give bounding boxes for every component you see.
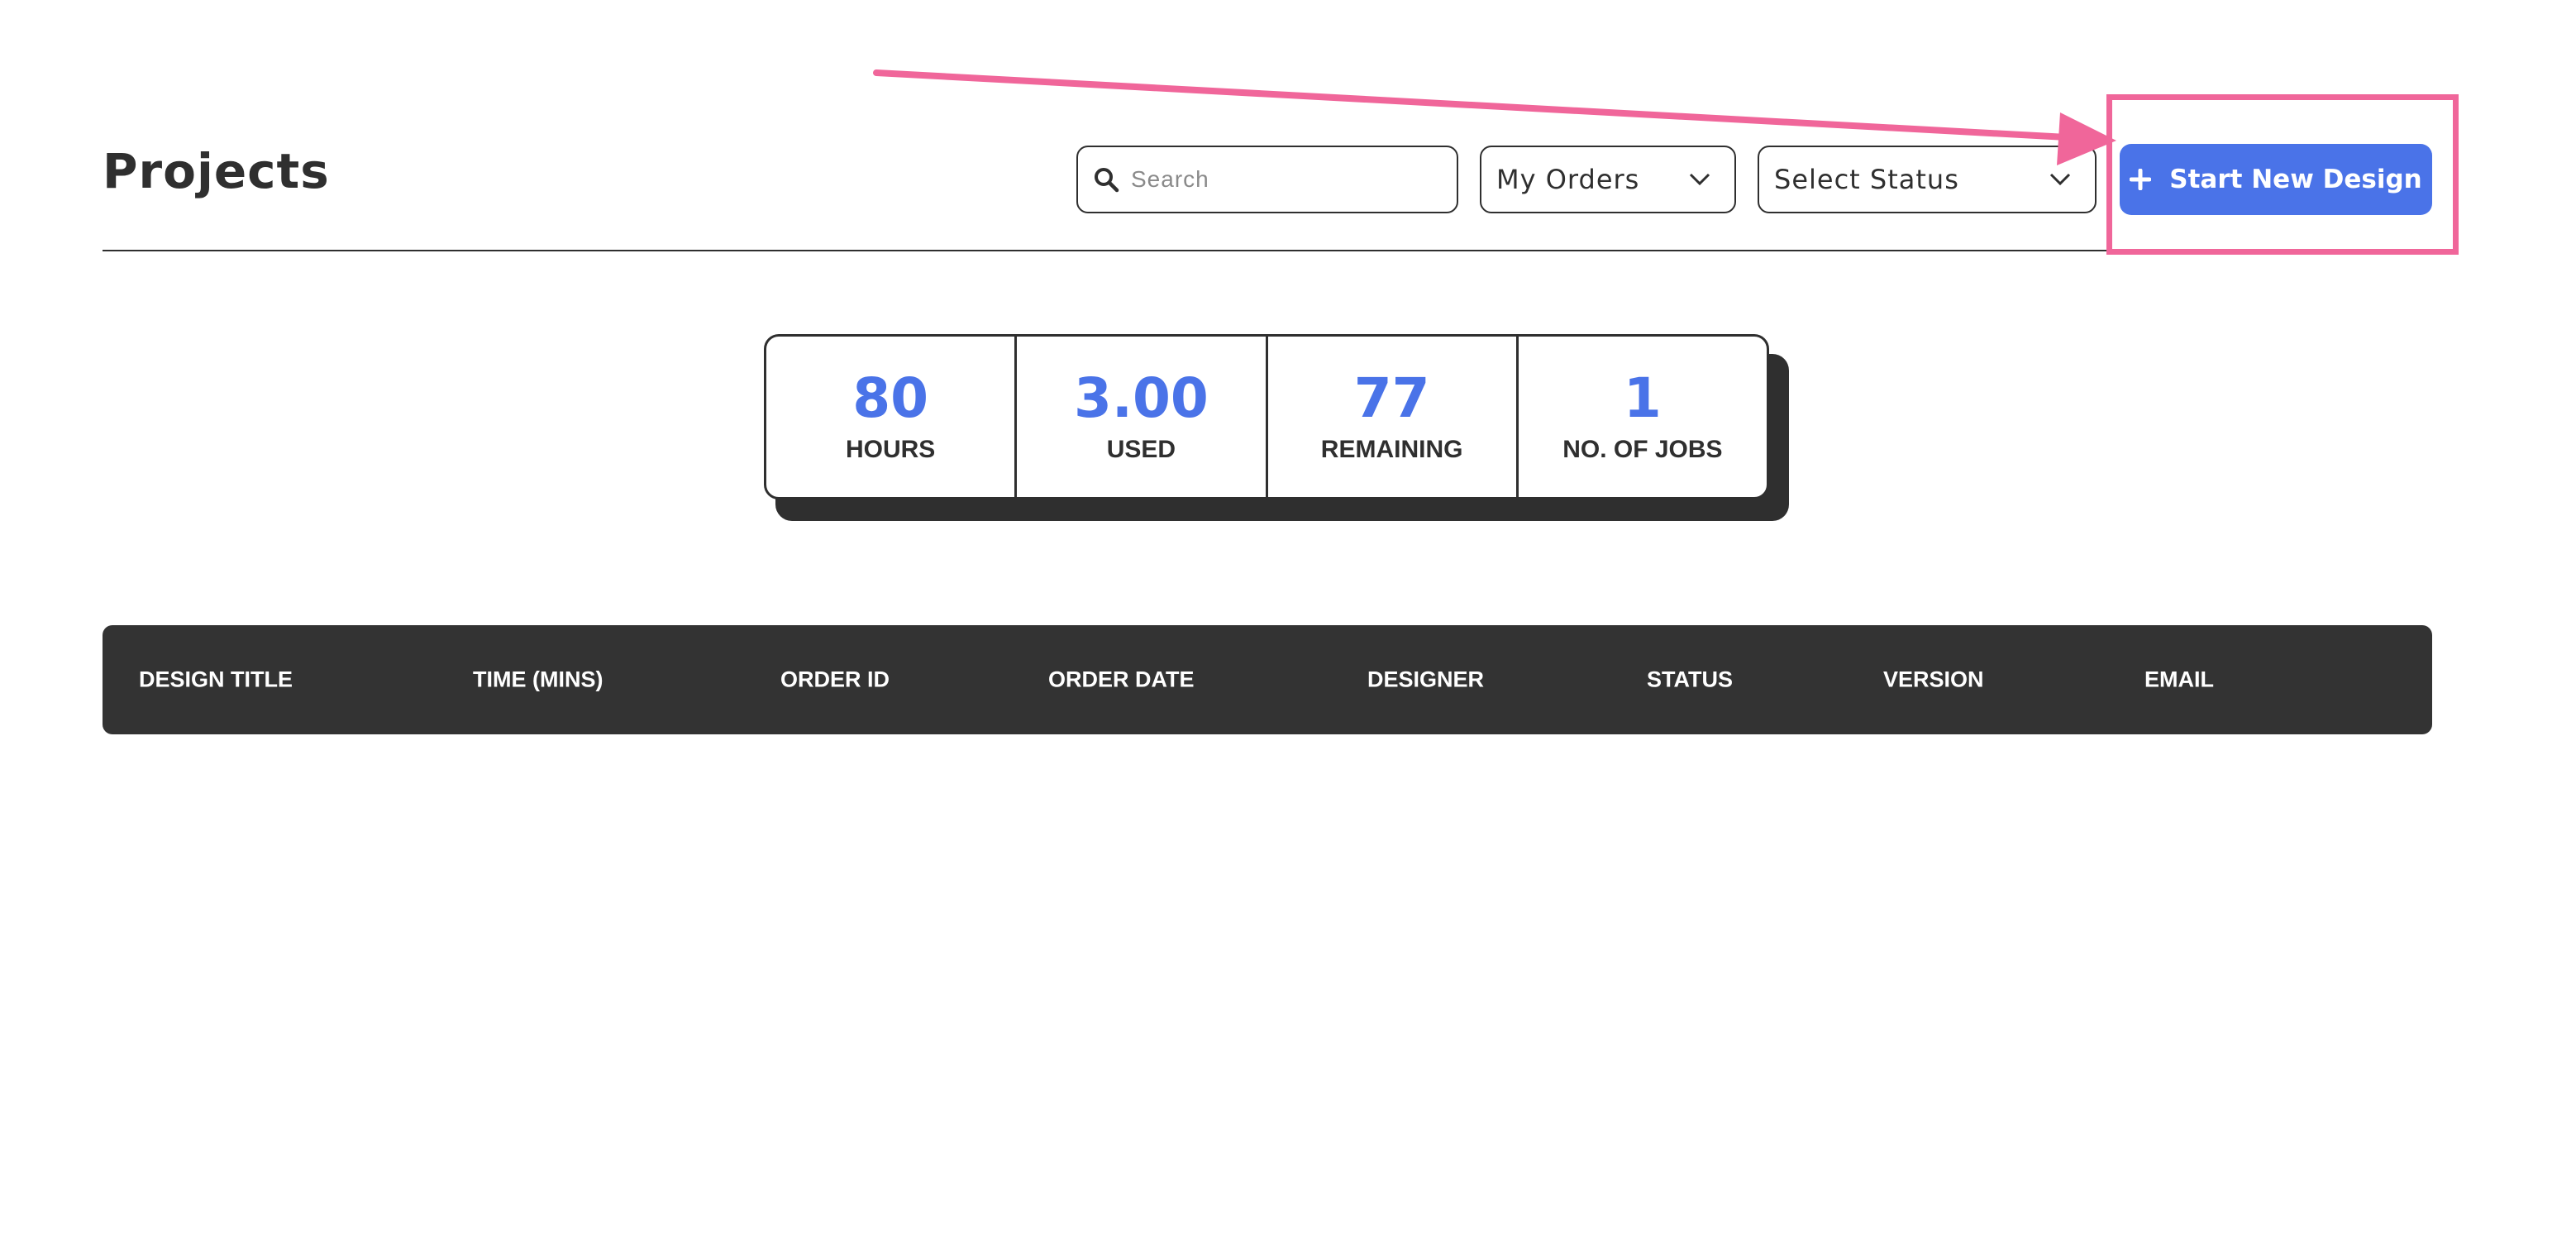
stat-value: 3.00 (1073, 366, 1209, 430)
column-header-design-title[interactable]: DESIGN TITLE (139, 667, 293, 693)
chevron-down-icon (1689, 173, 1710, 186)
stat-value: 77 (1353, 366, 1430, 430)
stat-hours: 80 HOURS (766, 337, 1018, 497)
column-header-email[interactable]: EMAIL (2144, 667, 2214, 693)
status-filter-value: Select Status (1774, 164, 1959, 195)
page-title: Projects (103, 143, 330, 199)
column-header-version[interactable]: VERSION (1883, 667, 1984, 693)
search-icon (1095, 168, 1119, 193)
start-new-design-button[interactable]: Start New Design (2120, 144, 2432, 215)
column-header-order-date[interactable]: ORDER DATE (1048, 667, 1195, 693)
search-field[interactable] (1076, 146, 1458, 213)
header-divider (103, 250, 2432, 251)
column-header-status[interactable]: STATUS (1647, 667, 1733, 693)
stat-jobs: 1 NO. OF JOBS (1519, 337, 1767, 497)
stat-label: REMAINING (1320, 436, 1463, 463)
stat-label: USED (1106, 436, 1176, 463)
projects-page: Projects My Orders Select Status Start N… (0, 0, 2576, 1257)
stat-value: 1 (1623, 366, 1662, 430)
stat-used: 3.00 USED (1017, 337, 1268, 497)
column-header-time[interactable]: TIME (MINS) (473, 667, 603, 693)
stat-remaining: 77 REMAINING (1268, 337, 1519, 497)
table-header-row: DESIGN TITLE TIME (MINS) ORDER ID ORDER … (103, 625, 2432, 734)
orders-filter-value: My Orders (1496, 164, 1640, 195)
orders-filter-select[interactable]: My Orders (1480, 146, 1736, 213)
column-header-designer[interactable]: DESIGNER (1367, 667, 1484, 693)
stat-label: NO. OF JOBS (1562, 436, 1723, 463)
column-header-order-id[interactable]: ORDER ID (780, 667, 890, 693)
chevron-down-icon (2049, 173, 2071, 186)
stat-value: 80 (852, 366, 929, 430)
status-filter-select[interactable]: Select Status (1758, 146, 2097, 213)
search-input[interactable] (1131, 166, 1445, 193)
start-new-design-label: Start New Design (2169, 165, 2422, 194)
stat-label: HOURS (845, 436, 936, 463)
stats-card: 80 HOURS 3.00 USED 77 REMAINING 1 NO. OF… (764, 334, 1769, 499)
plus-icon (2130, 169, 2152, 190)
